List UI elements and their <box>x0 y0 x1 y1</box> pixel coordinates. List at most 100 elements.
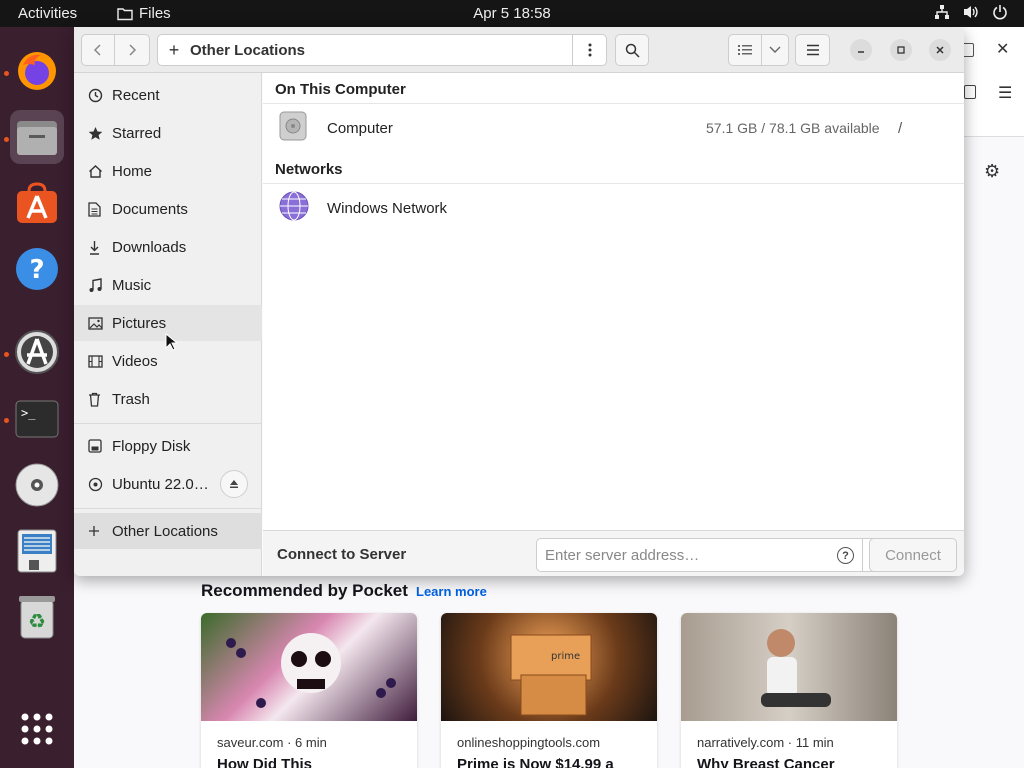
maximize-button[interactable] <box>890 39 912 61</box>
learn-more-link[interactable]: Learn more <box>416 584 487 599</box>
hard-drive-icon <box>279 111 307 146</box>
text-editor-icon[interactable] <box>10 524 64 578</box>
minimize-icon <box>858 51 864 53</box>
download-icon <box>88 240 112 255</box>
sidebar-item-home[interactable]: Home <box>74 153 262 189</box>
forward-button[interactable] <box>114 34 150 66</box>
home-icon <box>88 164 112 179</box>
sidebar-item-label: Trash <box>112 390 150 408</box>
connect-to-server-bar: Connect to Server ? Connect <box>263 530 964 576</box>
section-header-networks: Networks <box>275 161 343 178</box>
help-icon[interactable]: ? <box>10 242 64 296</box>
terminal-icon[interactable]: >_ <box>10 392 64 446</box>
view-options-button[interactable] <box>761 34 789 66</box>
running-indicator <box>4 352 9 357</box>
maximize-icon <box>897 46 905 54</box>
cd-drive-icon[interactable] <box>10 458 64 512</box>
floppy-icon <box>88 439 112 453</box>
trash-icon[interactable]: ♻ <box>10 590 64 644</box>
sidebar-item-label: Home <box>112 162 153 180</box>
sidebar-item-label: Other Locations <box>112 522 218 540</box>
running-indicator <box>4 71 9 76</box>
main-menu-button[interactable] <box>795 34 830 66</box>
minimize-button[interactable] <box>850 39 872 61</box>
copy-icon[interactable] <box>964 85 976 99</box>
location-row-computer[interactable]: Computer 57.1 GB / 78.1 GB available / <box>263 104 964 152</box>
headerbar: + Other Locations <box>74 27 964 73</box>
sidebar-item-documents[interactable]: Documents <box>74 191 262 227</box>
clock[interactable]: Apr 5 18:58 <box>473 5 551 22</box>
video-icon <box>88 354 112 368</box>
system-tray[interactable] <box>934 4 1008 20</box>
help-icon[interactable]: ? <box>837 547 854 564</box>
show-apps-icon[interactable] <box>10 702 64 756</box>
picture-icon <box>88 316 112 330</box>
sidebar-item-floppy-disk[interactable]: Floppy Disk <box>74 428 262 464</box>
server-address-input[interactable] <box>537 546 797 564</box>
svg-text:♻: ♻ <box>28 609 46 633</box>
sidebar-separator <box>74 508 262 509</box>
location-row-windows-network[interactable]: Windows Network <box>263 184 964 232</box>
pocket-card[interactable]: prime onlineshoppingtools.com Prime is N… <box>441 613 657 768</box>
files-icon[interactable] <box>10 110 64 164</box>
eject-button[interactable] <box>220 470 248 498</box>
svg-text:prime: prime <box>551 651 580 662</box>
vertical-dots-icon <box>588 43 591 57</box>
path-crumb[interactable]: Other Locations <box>190 42 305 59</box>
running-indicator <box>4 137 9 142</box>
hamburger-menu-icon <box>806 44 819 56</box>
software-updater-icon[interactable] <box>10 325 64 379</box>
server-address-field[interactable]: ? <box>536 538 863 572</box>
sidebar-item-recent[interactable]: Recent <box>74 77 262 113</box>
sidebar-item-label: Starred <box>112 124 162 142</box>
svg-text:?: ? <box>29 255 44 285</box>
connect-to-server-label: Connect to Server <box>277 546 407 563</box>
settings-gear-icon[interactable]: ⚙ <box>984 161 1000 182</box>
chevron-down-icon <box>769 46 781 53</box>
sidebar-item-downloads[interactable]: Downloads <box>74 229 262 265</box>
sidebar-item-starred[interactable]: Starred <box>74 115 262 151</box>
pocket-card[interactable]: saveur.com · 6 min How Did This <box>201 613 417 768</box>
ubuntu-software-icon[interactable] <box>10 176 64 230</box>
search-button[interactable] <box>615 34 649 66</box>
location-path: / <box>898 119 903 137</box>
path-bar[interactable]: + Other Locations <box>157 34 607 66</box>
hamburger-menu-icon[interactable]: ☰ <box>998 83 1012 103</box>
card-image: prime <box>441 613 657 721</box>
list-view-button[interactable] <box>728 34 762 66</box>
close-button[interactable] <box>929 39 951 61</box>
card-source: saveur.com · 6 min <box>217 735 327 750</box>
pocket-card[interactable]: narratively.com · 11 min Why Breast Canc… <box>681 613 897 768</box>
sidebar-item-music[interactable]: Music <box>74 267 262 303</box>
activities-button[interactable]: Activities <box>18 5 77 22</box>
location-name: Windows Network <box>327 199 448 217</box>
close-icon[interactable]: ✕ <box>996 39 1009 59</box>
location-space: 57.1 GB / 78.1 GB available <box>706 120 880 136</box>
disc-icon <box>88 477 112 492</box>
eject-icon <box>230 480 238 488</box>
back-button[interactable] <box>81 34 115 66</box>
sidebar: Recent Starred Home Documents Downloads … <box>74 73 262 576</box>
section-header-on-this-computer: On This Computer <box>275 81 406 98</box>
connect-button[interactable]: Connect <box>869 538 957 572</box>
sidebar-item-other-locations[interactable]: Other Locations <box>74 513 262 549</box>
path-menu-button[interactable] <box>572 35 606 65</box>
card-title: How Did This <box>217 756 312 768</box>
running-indicator <box>4 418 9 423</box>
firefox-icon[interactable] <box>10 44 64 98</box>
sidebar-item-label: Pictures <box>112 314 167 332</box>
sidebar-item-label: Ubuntu 22.0… <box>112 475 209 493</box>
list-view-icon <box>738 45 752 55</box>
close-icon <box>936 46 944 54</box>
other-locations-view: On This Computer Computer 57.1 GB / 78.1… <box>263 73 964 530</box>
sidebar-item-trash[interactable]: Trash <box>74 381 262 417</box>
app-menu[interactable]: Files <box>117 5 171 22</box>
card-image <box>201 613 417 721</box>
top-bar: Activities Files Apr 5 18:58 <box>0 0 1024 27</box>
document-icon <box>88 201 112 217</box>
chevron-left-icon <box>93 44 101 56</box>
sidebar-item-label: Documents <box>112 200 188 218</box>
sidebar-item-ubuntu-disc[interactable]: Ubuntu 22.0… <box>74 466 262 502</box>
card-title: Why Breast Cancer <box>697 756 835 768</box>
sidebar-item-label: Recent <box>112 86 160 104</box>
